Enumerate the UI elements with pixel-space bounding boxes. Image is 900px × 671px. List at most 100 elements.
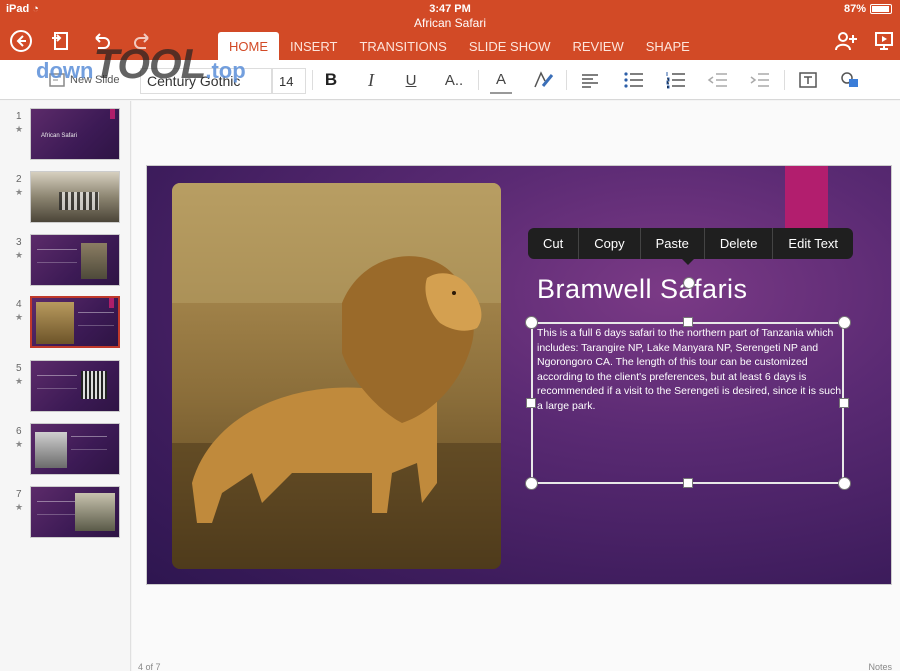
tab-insert[interactable]: INSERT [279, 32, 348, 60]
lion-illustration [172, 183, 501, 569]
indent-icon [750, 73, 769, 87]
underline-button[interactable]: U [400, 66, 422, 94]
ribbon-divider [478, 70, 479, 90]
battery-icon [870, 4, 892, 14]
resize-handle-bottom-right[interactable] [838, 477, 851, 490]
resize-handle-top-left[interactable] [525, 316, 538, 329]
slide-preview [30, 423, 120, 475]
star-icon: ★ [15, 312, 24, 322]
present-button[interactable] [871, 28, 897, 54]
undo-icon [95, 33, 110, 49]
slide-thumbnail[interactable]: 3 ★ [0, 232, 131, 288]
new-slide-label: New Slide [70, 74, 120, 86]
new-slide-button[interactable]: New Slide [48, 72, 120, 88]
thumbnail-image [81, 371, 107, 399]
text-box-selection-frame[interactable] [531, 322, 844, 484]
back-arrow-icon [10, 30, 32, 52]
cut-button[interactable]: Cut [528, 228, 580, 259]
new-slide-icon [49, 73, 65, 87]
powerpoint-app: iPad ◔ 3:47 PM 87% African Safari HOME I… [0, 0, 900, 671]
outdent-icon [707, 73, 727, 87]
home-ribbon: New Slide Century Gothic 14 B I U A.. A [0, 60, 900, 100]
page-indicator: 4 of 7 [138, 662, 161, 671]
status-battery: 87% [844, 3, 892, 15]
slide-number: 1 [16, 111, 22, 122]
resize-handle-bottom-left[interactable] [525, 477, 538, 490]
tab-shape[interactable]: SHAPE [635, 32, 701, 60]
redo-button[interactable] [130, 28, 156, 54]
star-icon: ★ [15, 376, 24, 386]
ribbon-divider [566, 70, 567, 90]
context-menu: Cut Copy Paste Delete Edit Text [528, 228, 854, 259]
bullets-button[interactable] [622, 66, 646, 94]
resize-handle-top[interactable] [683, 317, 693, 327]
text-effects-button[interactable] [530, 66, 556, 94]
thumbnail-image [75, 493, 115, 531]
resize-handle-top-right[interactable] [838, 316, 851, 329]
slide-thumbnail[interactable]: 6 ★ [0, 421, 131, 477]
rotate-handle[interactable] [683, 277, 695, 289]
ribbon-divider [784, 70, 785, 90]
slide-number: 3 [16, 237, 22, 248]
resize-handle-left[interactable] [526, 398, 536, 408]
slide-number: 6 [16, 426, 22, 437]
copy-button[interactable]: Copy [579, 228, 641, 259]
increase-indent-button[interactable] [748, 66, 772, 94]
battery-percent: 87% [843, 3, 866, 15]
slide-number: 2 [16, 174, 22, 185]
decrease-indent-button[interactable] [706, 66, 730, 94]
align-left-button[interactable] [578, 66, 602, 94]
delete-button[interactable]: Delete [705, 228, 774, 259]
text-box-align-button[interactable] [796, 66, 820, 94]
paste-button[interactable]: Paste [641, 228, 705, 259]
slide-thumbnail[interactable]: 5 ★ [0, 358, 131, 414]
star-icon: ★ [15, 250, 24, 260]
back-button[interactable] [8, 28, 34, 54]
slide-preview: African Safari [30, 108, 120, 160]
notes-button[interactable]: Notes [868, 662, 892, 671]
tab-transitions[interactable]: TRANSITIONS [348, 32, 457, 60]
pink-accent-bar [785, 166, 828, 228]
shapes-button[interactable] [838, 66, 862, 94]
lion-photo[interactable] [172, 183, 501, 569]
zebra-image [59, 192, 99, 210]
share-button[interactable] [833, 28, 859, 54]
resize-handle-right[interactable] [839, 398, 849, 408]
slide-preview [30, 486, 120, 538]
add-person-icon [835, 32, 857, 51]
italic-button[interactable]: I [360, 66, 382, 94]
font-color-button[interactable]: A [490, 66, 512, 94]
tab-review[interactable]: REVIEW [561, 32, 634, 60]
tab-home[interactable]: HOME [218, 32, 279, 60]
status-time: 3:47 PM [429, 3, 471, 15]
redo-icon [134, 33, 149, 49]
slide-thumbnail-selected[interactable]: 4 ★ [0, 294, 131, 350]
align-left-icon [582, 74, 598, 88]
font-family-field[interactable]: Century Gothic [140, 68, 272, 94]
slide-thumbnail[interactable]: 1 ★ African Safari [0, 106, 131, 162]
slide-number: 7 [16, 489, 22, 500]
slide-title[interactable]: Bramwell Safaris [537, 274, 748, 305]
slide-number: 5 [16, 363, 22, 374]
more-font-options-button[interactable]: A.. [440, 66, 468, 94]
ribbon-tabs: HOME INSERT TRANSITIONS SLIDE SHOW REVIE… [218, 32, 701, 60]
slide-thumbnail[interactable]: 7 ★ [0, 484, 131, 540]
ribbon-divider [312, 70, 313, 90]
thumbnail-image [35, 432, 67, 468]
slide-thumbnail[interactable]: 2 ★ [0, 169, 131, 225]
bold-button[interactable]: B [320, 66, 342, 94]
undo-button[interactable] [88, 28, 114, 54]
numbering-button[interactable] [664, 66, 688, 94]
thumbnail-text [78, 312, 114, 326]
tab-slide-show[interactable]: SLIDE SHOW [458, 32, 562, 60]
thumbnail-text [37, 375, 77, 389]
edit-text-button[interactable]: Edit Text [773, 228, 853, 259]
thumbnail-text [37, 501, 77, 515]
numbered-list-icon [666, 72, 685, 89]
file-button[interactable] [48, 28, 74, 54]
resize-handle-bottom[interactable] [683, 478, 693, 488]
font-size-field[interactable]: 14 [272, 68, 306, 94]
star-icon: ★ [15, 439, 24, 449]
present-icon [875, 32, 893, 50]
slide-number: 4 [16, 299, 22, 310]
